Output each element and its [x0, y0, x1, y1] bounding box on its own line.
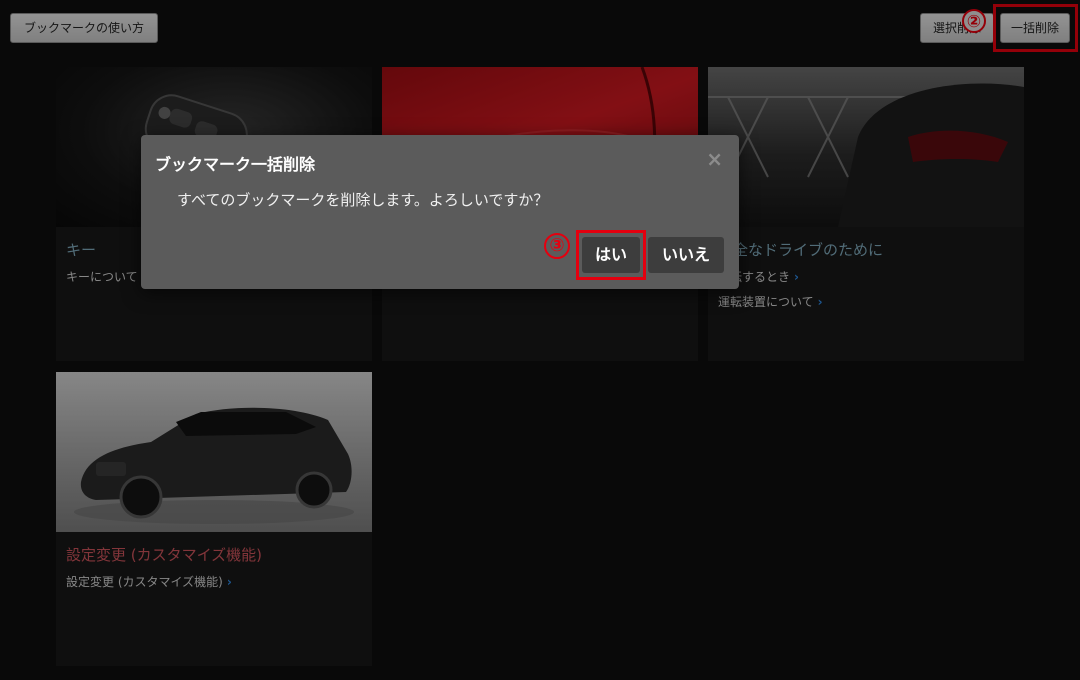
step-3-marker: ③: [544, 233, 570, 259]
no-button[interactable]: いいえ: [648, 237, 724, 273]
bulk-delete-dialog: ブックマーク一括削除 × すべてのブックマークを削除します。よろしいですか？ は…: [141, 135, 739, 289]
modal-overlay[interactable]: [0, 0, 1080, 680]
dialog-title: ブックマーク一括削除: [155, 155, 316, 174]
highlight-box-yes: [576, 230, 646, 280]
close-icon[interactable]: ×: [706, 147, 723, 171]
dialog-message: すべてのブックマークを削除します。よろしいですか？: [177, 191, 549, 209]
